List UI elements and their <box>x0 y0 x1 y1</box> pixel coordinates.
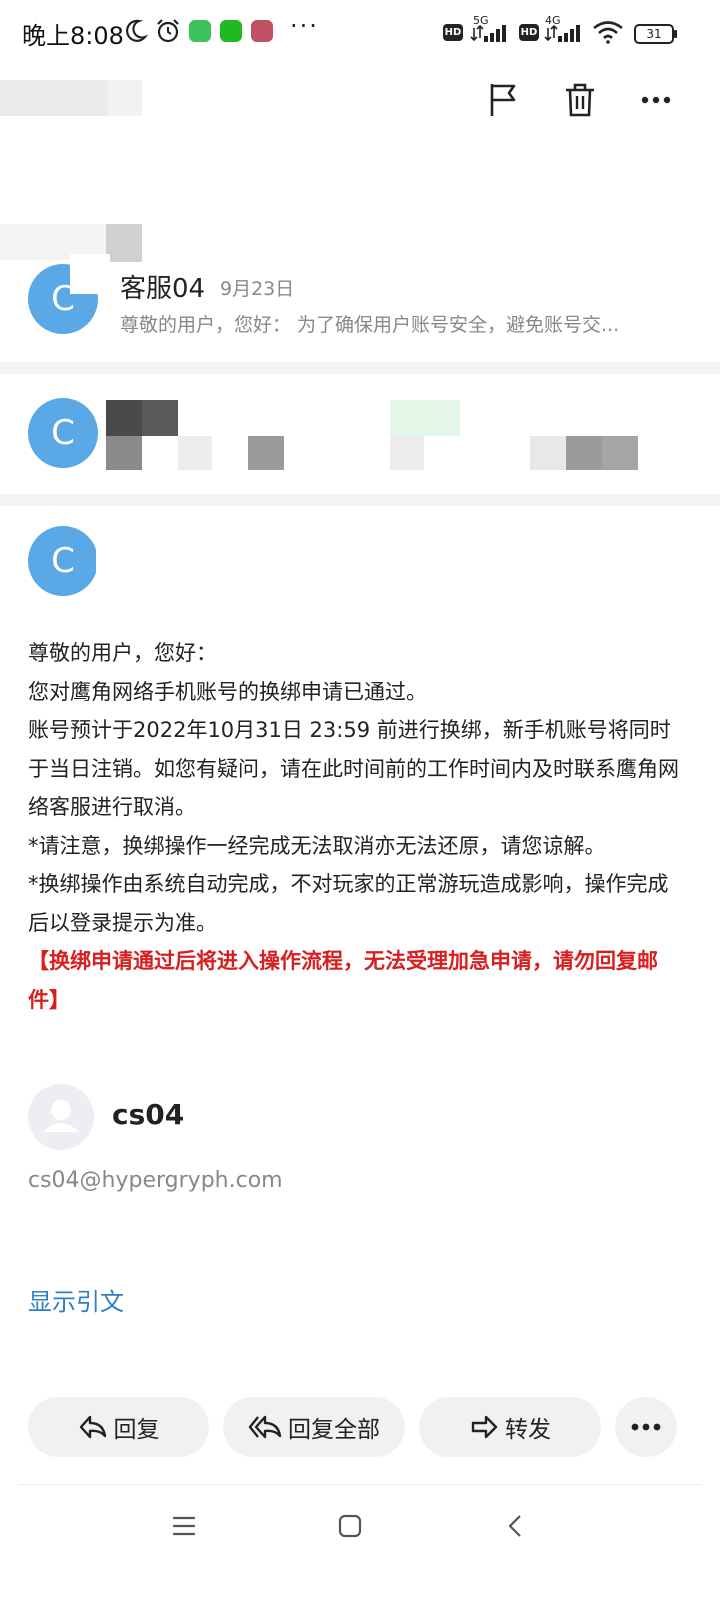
more-actions-button[interactable] <box>615 1397 677 1457</box>
signature-email[interactable]: cs04@hypergryph.com <box>28 1168 283 1193</box>
battery-tip <box>674 30 677 38</box>
status-time: 晚上8:08 <box>22 22 124 50</box>
more-icon <box>631 1423 661 1431</box>
reply-all-button[interactable]: 回复全部 <box>223 1397 405 1457</box>
wechat-icon <box>220 20 242 42</box>
reply-button[interactable]: 回复 <box>28 1397 209 1457</box>
mail-warning: 【换绑申请通过后将进入操作流程，无法受理加急申请，请勿回复邮件】 <box>28 949 658 1012</box>
avatar: C <box>28 398 98 468</box>
signature-avatar <box>28 1084 94 1150</box>
mail-line: *换绑操作由系统自动完成，不对玩家的正常游玩造成影响，操作完成后以登录提示为准。 <box>28 872 669 935</box>
show-quote-link[interactable]: 显示引文 <box>28 1282 124 1317</box>
thread-divider-2 <box>0 494 720 506</box>
more-notifications-icon: ··· <box>290 12 319 40</box>
more-icon[interactable] <box>636 80 676 120</box>
nav-separator <box>18 1484 702 1485</box>
battery-indicator: 31 <box>634 24 674 44</box>
back-icon[interactable] <box>502 1512 530 1540</box>
reply-all-label: 回复全部 <box>288 1417 380 1443</box>
status-bar: 晚上8:08 ··· HD 5G HD 4G 31 <box>0 0 720 64</box>
flag-icon[interactable] <box>484 80 524 120</box>
trash-icon[interactable] <box>560 80 600 120</box>
signal-icon-2 <box>544 24 580 42</box>
wifi-icon <box>593 21 623 44</box>
blur-overlay <box>70 254 110 294</box>
reply-icon <box>79 1415 106 1439</box>
forward-label: 转发 <box>505 1417 551 1443</box>
sender-name: 客服04 <box>120 274 206 304</box>
reply-all-icon <box>248 1415 282 1439</box>
sender-date: 9月23日 <box>220 278 295 300</box>
blur-overlay <box>96 540 130 580</box>
mail-preview: 尊敬的用户，您好： 为了确保用户账号安全，避免账号交... <box>120 314 620 336</box>
thread-divider <box>0 362 720 374</box>
mail-body: 尊敬的用户，您好： 您对鹰角网络手机账号的换绑申请已通过。 账号预计于2022年… <box>28 634 688 1019</box>
mail-line: *请注意，换绑操作一经完成无法取消亦无法还原，请您谅解。 <box>28 833 606 858</box>
avatar: C <box>28 526 98 596</box>
reply-label: 回复 <box>113 1417 160 1443</box>
user-icon <box>43 1100 79 1132</box>
forward-button[interactable]: 转发 <box>419 1397 601 1457</box>
hd-badge: HD <box>443 24 463 41</box>
signature-name: cs04 <box>112 1098 185 1131</box>
game-app-icon <box>251 20 273 42</box>
menu-icon[interactable] <box>170 1512 198 1540</box>
mail-line: 账号预计于2022年10月31日 23:59 前进行换绑，新手机账号将同时于当日… <box>28 718 679 819</box>
home-icon[interactable] <box>336 1512 364 1540</box>
signal-icon <box>470 24 506 42</box>
mail-line: 您对鹰角网络手机账号的换绑申请已通过。 <box>28 679 427 704</box>
app-notification-icon <box>189 20 211 42</box>
forward-icon <box>471 1415 498 1439</box>
alarm-icon <box>157 19 179 43</box>
hd-badge-2: HD <box>519 24 539 41</box>
moon-icon <box>126 19 148 42</box>
mail-line: 尊敬的用户，您好： <box>28 641 217 665</box>
